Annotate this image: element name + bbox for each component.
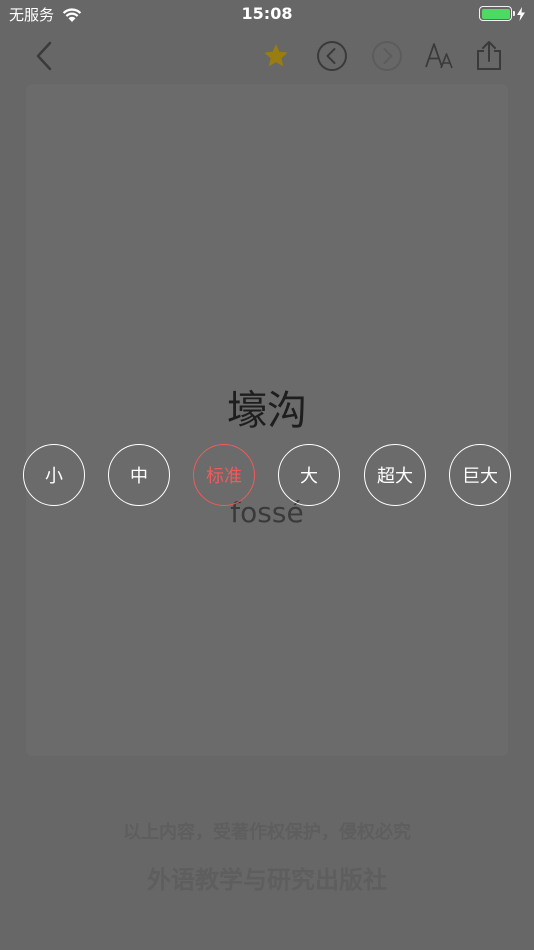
nav-bar [0, 28, 534, 84]
font-size-selector: 小 中 标准 大 超大 巨大 [0, 444, 534, 508]
font-size-standard-button[interactable]: 标准 [193, 444, 255, 506]
headword: 壕沟 [227, 388, 307, 434]
font-size-medium-button[interactable]: 中 [108, 444, 170, 506]
status-right [479, 6, 526, 21]
previous-button[interactable] [314, 38, 350, 74]
font-size-large-button[interactable]: 大 [278, 444, 340, 506]
circle-chevron-right-icon [372, 41, 402, 71]
chevron-left-icon [36, 41, 52, 71]
circle-chevron-left-icon [317, 41, 347, 71]
font-size-xlarge-button[interactable]: 超大 [364, 444, 426, 506]
font-size-icon [425, 43, 453, 69]
star-icon [264, 44, 288, 67]
publisher-name: 外语教学与研究出版社 [147, 866, 387, 894]
battery-fill [481, 8, 510, 19]
share-button[interactable] [471, 38, 507, 74]
status-bar: 无服务 15:08 [0, 0, 534, 28]
word-card: 壕沟 fossé [26, 84, 508, 756]
font-size-button[interactable] [421, 38, 457, 74]
battery-icon [479, 6, 515, 21]
favorite-button[interactable] [258, 38, 294, 74]
back-button[interactable] [26, 38, 62, 74]
status-time: 15:08 [241, 4, 293, 23]
copyright-notice: 以上内容，受著作权保护，侵权必究 [123, 822, 411, 843]
charging-bolt-icon [517, 6, 525, 21]
font-size-small-button[interactable]: 小 [23, 444, 85, 506]
next-button[interactable] [369, 38, 405, 74]
share-icon [477, 41, 501, 70]
font-size-huge-button[interactable]: 巨大 [449, 444, 511, 506]
